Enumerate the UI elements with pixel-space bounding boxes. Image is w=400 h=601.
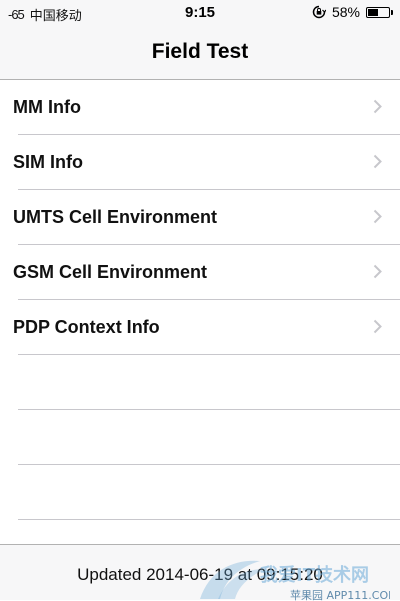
empty-row — [0, 355, 400, 410]
list-item-pdp-context-info[interactable]: PDP Context Info — [0, 300, 400, 355]
field-test-list: MM Info SIM Info UMTS Cell Environment G… — [0, 80, 400, 520]
chevron-right-icon — [373, 154, 382, 169]
list-item-sim-info[interactable]: SIM Info — [0, 135, 400, 190]
status-bar: -65 中国移动 9:15 58% — [0, 0, 400, 26]
list-item-label: SIM Info — [13, 152, 83, 172]
battery-percent: 58% — [331, 4, 360, 20]
list-item-mm-info[interactable]: MM Info — [0, 80, 400, 135]
chevron-right-icon — [373, 264, 382, 279]
watermark-text-site: 苹果园 APP111.COM — [290, 588, 390, 601]
empty-row — [0, 410, 400, 465]
list-item-umts-cell-environment[interactable]: UMTS Cell Environment — [0, 190, 400, 245]
list-item-label: UMTS Cell Environment — [13, 207, 218, 227]
page-title: Field Test — [151, 40, 249, 63]
list-item-gsm-cell-environment[interactable]: GSM Cell Environment — [0, 245, 400, 300]
list-item-label: MM Info — [13, 97, 81, 117]
bottom-toolbar: Updated 2014-06-19 at 09:15:20 我爱IT技术网 苹… — [0, 544, 400, 601]
status-right: 58% — [312, 4, 393, 20]
battery-icon — [366, 6, 393, 18]
chevron-right-icon — [373, 209, 382, 224]
rotation-lock-icon — [312, 5, 326, 19]
battery-level — [368, 8, 379, 16]
chevron-right-icon — [373, 319, 382, 334]
navigation-bar: Field Test — [0, 26, 400, 80]
updated-timestamp: Updated 2014-06-19 at 09:15:20 — [77, 565, 323, 584]
list-item-label: GSM Cell Environment — [13, 262, 208, 282]
chevron-right-icon — [373, 99, 382, 114]
empty-row — [0, 465, 400, 520]
list-item-label: PDP Context Info — [13, 317, 160, 337]
